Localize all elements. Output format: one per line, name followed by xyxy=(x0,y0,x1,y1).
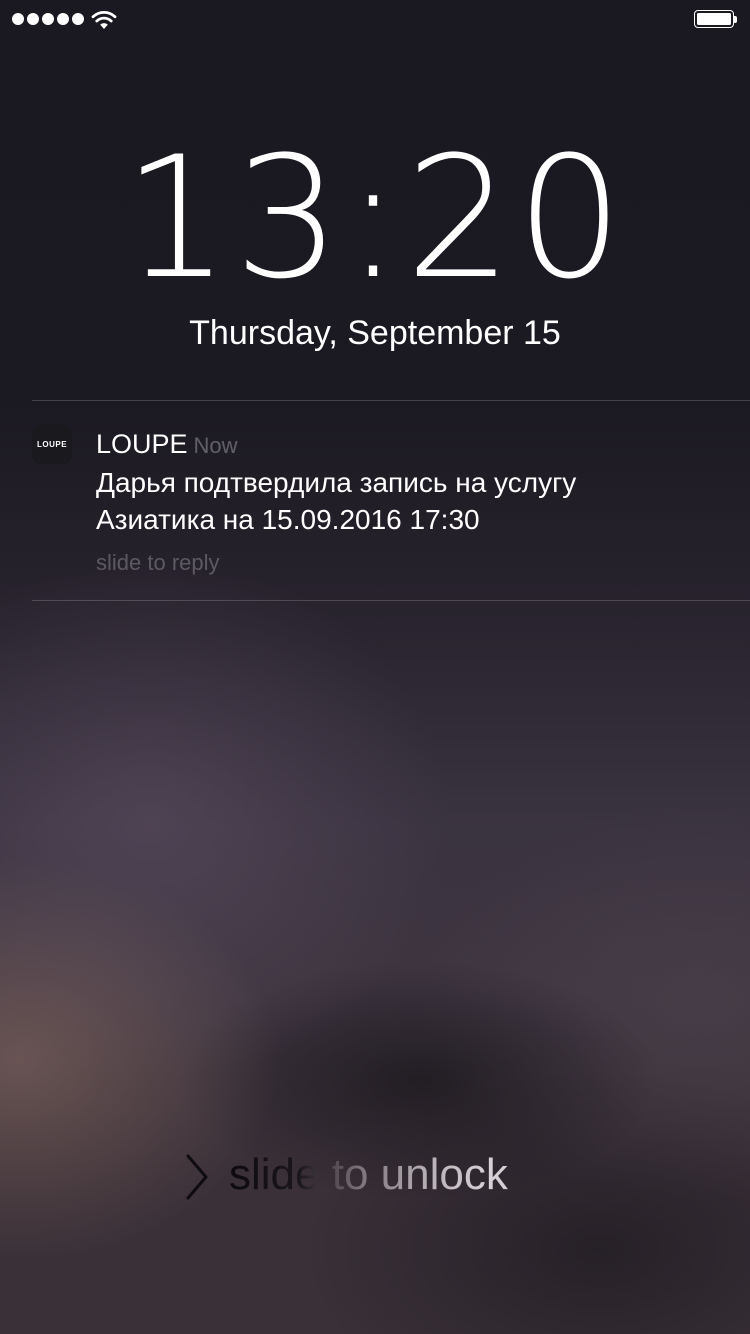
battery-level xyxy=(697,13,731,25)
battery-icon xyxy=(694,10,738,30)
lock-screen-time: 13:20 xyxy=(122,120,628,316)
slide-to-unlock[interactable]: slide to unlock xyxy=(0,1146,750,1206)
notification-header: LOUPE Now xyxy=(96,426,238,462)
status-bar xyxy=(0,0,750,40)
notification-divider-bottom xyxy=(32,600,750,601)
app-icon: LOUPE xyxy=(32,424,72,464)
chevron-right-icon xyxy=(186,1154,208,1200)
notification-message-line: Дарья подтвердила запись на услугу xyxy=(96,467,577,498)
signal-strength-icon xyxy=(12,13,84,25)
notification-app-name: LOUPE xyxy=(96,429,188,459)
notification-time: Now xyxy=(193,433,238,458)
slide-to-reply-hint[interactable]: slide to reply xyxy=(96,548,220,578)
app-icon-label: LOUPE xyxy=(36,439,68,449)
notification-divider-top xyxy=(32,400,750,401)
wifi-icon xyxy=(91,10,117,29)
lock-screen-date: Thursday, September 15 xyxy=(189,314,561,352)
notification-message-line: Азиатика на 15.09.2016 17:30 xyxy=(96,504,480,535)
notification-message: Дарья подтвердила запись на услугу Азиат… xyxy=(96,464,716,538)
slide-to-unlock-label: slide to unlock xyxy=(229,1146,508,1204)
